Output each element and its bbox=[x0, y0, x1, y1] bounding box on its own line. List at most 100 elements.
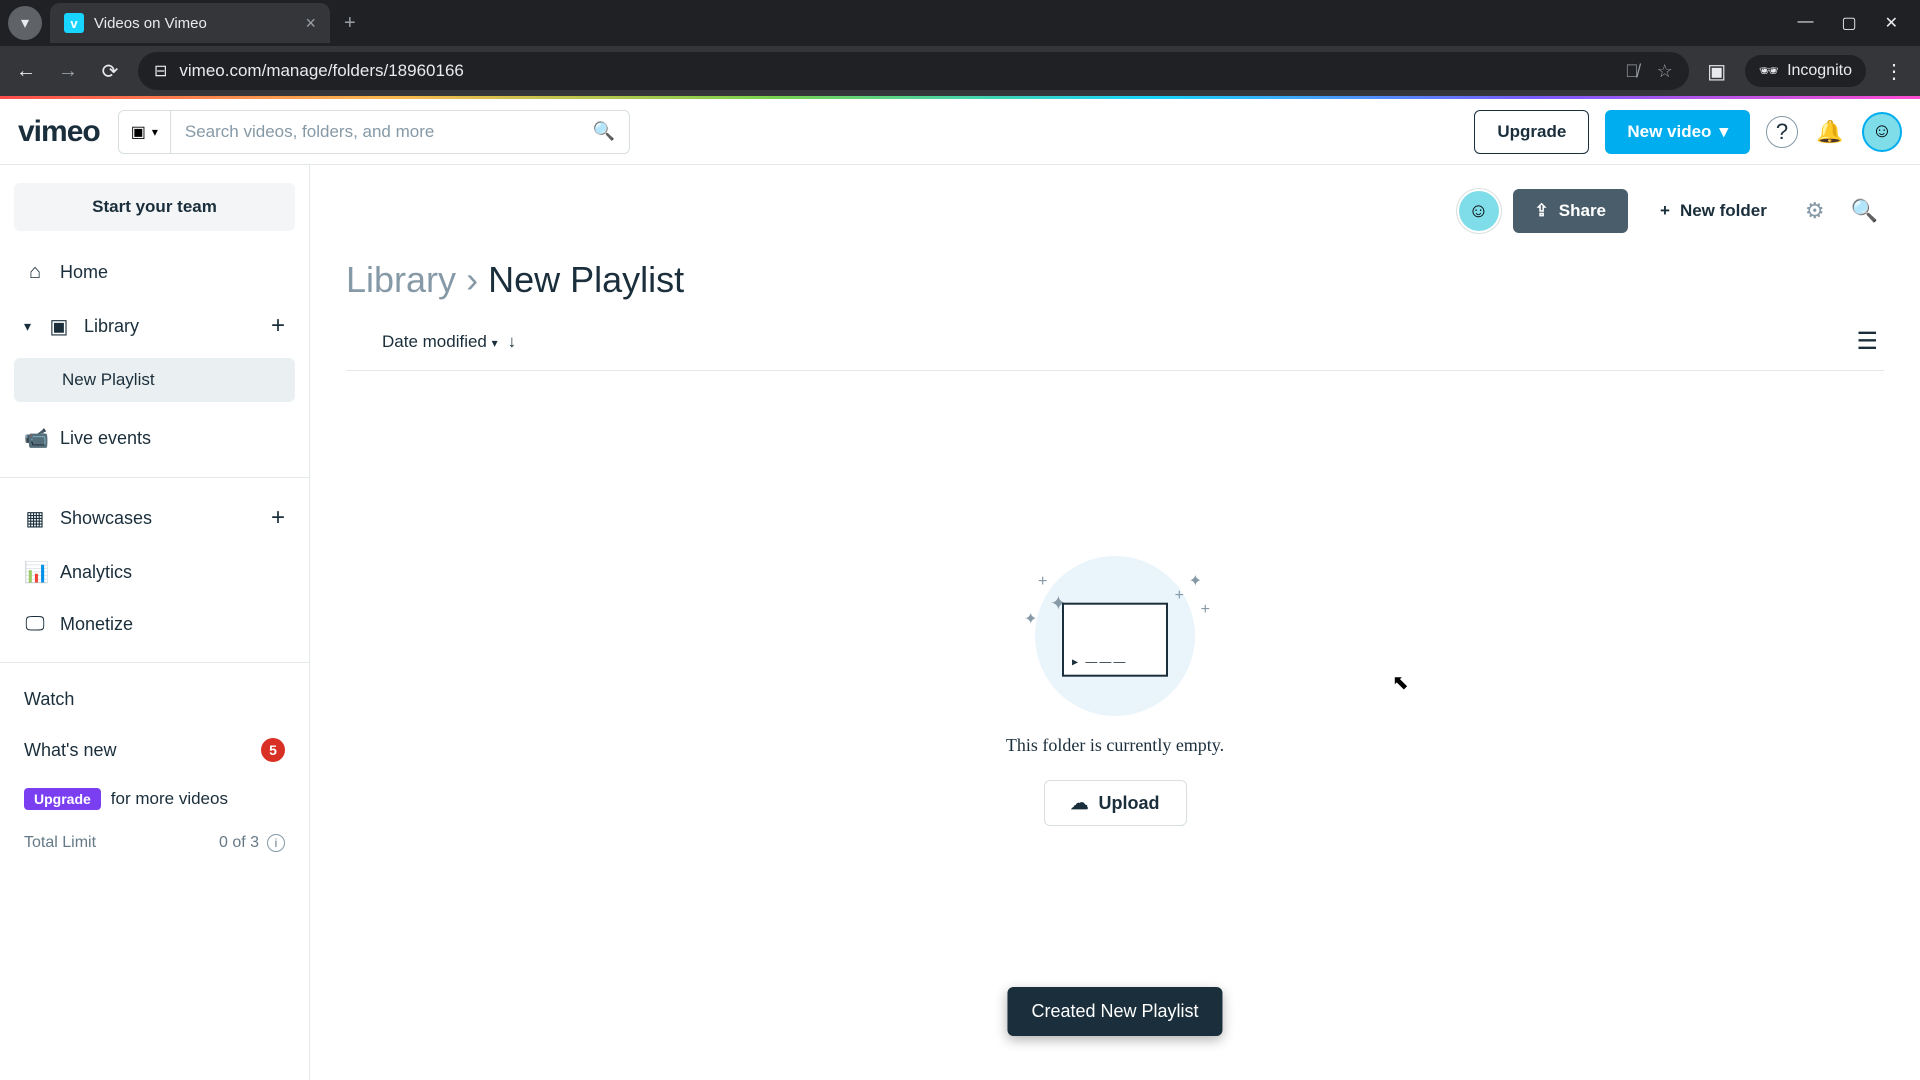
chevron-down-icon[interactable]: ▾ bbox=[24, 318, 40, 335]
grid-icon: ▦ bbox=[24, 506, 46, 531]
vimeo-logo[interactable]: vimeo bbox=[18, 115, 100, 149]
sidebar-item-new-playlist[interactable]: New Playlist bbox=[14, 358, 295, 402]
empty-state: ✦ + ✦ + ✦ + This folder is currently emp… bbox=[346, 561, 1884, 826]
upgrade-promo[interactable]: Upgrade for more videos bbox=[14, 778, 295, 820]
chevron-down-icon: ▾ bbox=[21, 13, 29, 33]
breadcrumb-root[interactable]: Library bbox=[346, 259, 456, 300]
reload-button[interactable]: ⟳ bbox=[96, 59, 124, 84]
app-body: Start your team ⌂ Home ▾ ▣ Library + New… bbox=[0, 165, 1920, 1080]
side-panel-icon[interactable]: ▣ bbox=[1703, 59, 1731, 84]
sparkle-icon: ✦ bbox=[1189, 571, 1202, 591]
notifications-icon[interactable]: 🔔 bbox=[1814, 116, 1846, 148]
sidebar: Start your team ⌂ Home ▾ ▣ Library + New… bbox=[0, 165, 310, 1080]
search-icon[interactable]: 🔍 bbox=[592, 121, 614, 142]
total-limit-value: 0 of 3 bbox=[219, 834, 259, 852]
sidebar-item-library[interactable]: ▾ ▣ Library + bbox=[14, 300, 295, 352]
forward-button[interactable]: → bbox=[54, 60, 82, 83]
url-field[interactable]: ⊟ vimeo.com/manage/folders/18960166 👁̸ ☆ bbox=[138, 52, 1689, 90]
new-tab-button[interactable]: + bbox=[330, 12, 370, 35]
tab-title: Videos on Vimeo bbox=[94, 15, 295, 32]
vimeo-favicon-icon: v bbox=[64, 13, 84, 33]
share-label: Share bbox=[1559, 201, 1606, 221]
add-to-library-button[interactable]: + bbox=[271, 312, 285, 340]
help-icon[interactable]: ? bbox=[1766, 116, 1798, 148]
close-window-icon[interactable]: ✕ bbox=[1885, 13, 1898, 33]
upload-button[interactable]: ☁ Upload bbox=[1044, 780, 1187, 826]
plus-icon: + bbox=[1660, 201, 1670, 221]
tab-search-button[interactable]: ▾ bbox=[8, 6, 42, 40]
new-folder-label: New folder bbox=[1680, 201, 1767, 221]
upgrade-button[interactable]: Upgrade bbox=[1474, 110, 1589, 154]
back-button[interactable]: ← bbox=[12, 60, 40, 83]
browser-tab[interactable]: v Videos on Vimeo × bbox=[50, 3, 330, 43]
search-category-selector[interactable]: ▣ ▾ bbox=[118, 110, 170, 154]
collaborator-avatar[interactable]: ☺ bbox=[1459, 191, 1499, 231]
sidebar-label: What's new bbox=[24, 740, 116, 761]
app-header: vimeo ▣ ▾ 🔍 Upgrade New video ▾ ? 🔔 ☺ bbox=[0, 99, 1920, 165]
browser-chrome: ▾ v Videos on Vimeo × + — ▢ ✕ ← → ⟳ ⊟ vi… bbox=[0, 0, 1920, 99]
close-icon[interactable]: × bbox=[305, 13, 316, 34]
home-icon: ⌂ bbox=[24, 261, 46, 284]
site-info-icon[interactable]: ⊟ bbox=[154, 61, 167, 81]
chevron-down-icon: ▾ bbox=[492, 336, 498, 350]
share-button[interactable]: ⇪ Share bbox=[1513, 189, 1629, 233]
upload-label: Upload bbox=[1099, 793, 1160, 814]
sidebar-label: Library bbox=[84, 316, 139, 337]
sparkle-icon: + bbox=[1175, 587, 1184, 605]
empty-folder-illustration: ✦ + ✦ + ✦ + bbox=[1020, 561, 1210, 711]
sort-label: Date modified bbox=[382, 332, 487, 351]
search-box: 🔍 bbox=[170, 110, 630, 154]
sidebar-item-analytics[interactable]: 📊 Analytics bbox=[14, 548, 295, 597]
sidebar-item-live-events[interactable]: 📹 Live events bbox=[14, 414, 295, 463]
video-frame-icon: ▣ bbox=[131, 122, 146, 142]
main-content: ☺ ⇪ Share + New folder ⚙ 🔍 Library › New… bbox=[310, 165, 1920, 1080]
divider bbox=[0, 477, 309, 478]
sidebar-label: Showcases bbox=[60, 508, 152, 529]
new-video-label: New video bbox=[1627, 122, 1711, 142]
breadcrumb-separator: › bbox=[466, 259, 478, 300]
camera-icon: 📹 bbox=[24, 426, 46, 451]
user-avatar[interactable]: ☺ bbox=[1862, 112, 1902, 152]
sidebar-label: Monetize bbox=[60, 614, 133, 635]
bookmark-icon[interactable]: ☆ bbox=[1657, 61, 1673, 82]
url-text: vimeo.com/manage/folders/18960166 bbox=[179, 61, 463, 81]
list-view-toggle[interactable]: ☰ bbox=[1856, 327, 1884, 356]
search-input[interactable] bbox=[185, 122, 593, 142]
whats-new-badge: 5 bbox=[261, 738, 285, 762]
sort-direction-button[interactable]: ↓ bbox=[508, 332, 517, 352]
new-video-button[interactable]: New video ▾ bbox=[1605, 110, 1750, 154]
sort-dropdown[interactable]: Date modified ▾ bbox=[382, 332, 498, 352]
share-icon: ⇪ bbox=[1535, 201, 1549, 221]
folder-toolbar: ☺ ⇪ Share + New folder ⚙ 🔍 bbox=[346, 189, 1884, 233]
add-showcase-button[interactable]: + bbox=[271, 504, 285, 532]
monitor-icon: 🖵 bbox=[24, 613, 46, 636]
tracking-blocked-icon[interactable]: 👁̸ bbox=[1625, 61, 1639, 82]
sidebar-item-watch[interactable]: Watch bbox=[14, 677, 295, 722]
new-folder-button[interactable]: + New folder bbox=[1642, 189, 1785, 233]
settings-icon[interactable]: ⚙ bbox=[1799, 198, 1831, 224]
breadcrumb: Library › New Playlist bbox=[346, 259, 1884, 301]
sidebar-label: Watch bbox=[24, 689, 74, 710]
search-icon[interactable]: 🔍 bbox=[1845, 198, 1884, 224]
chevron-down-icon: ▾ bbox=[1719, 122, 1728, 142]
sidebar-item-whats-new[interactable]: What's new 5 bbox=[14, 726, 295, 774]
sidebar-item-showcases[interactable]: ▦ Showcases + bbox=[14, 492, 295, 544]
incognito-icon: 🕶 bbox=[1759, 61, 1779, 81]
start-team-button[interactable]: Start your team bbox=[14, 183, 295, 231]
incognito-badge[interactable]: 🕶 Incognito bbox=[1745, 55, 1866, 87]
sidebar-item-monetize[interactable]: 🖵 Monetize bbox=[14, 601, 295, 648]
toast-notification: Created New Playlist bbox=[1007, 987, 1222, 1036]
upload-icon: ☁ bbox=[1071, 793, 1089, 814]
browser-menu-icon[interactable]: ⋮ bbox=[1880, 59, 1908, 84]
info-icon[interactable]: i bbox=[267, 834, 285, 852]
minimize-icon[interactable]: — bbox=[1797, 13, 1813, 33]
search-group: ▣ ▾ 🔍 bbox=[118, 110, 630, 154]
sidebar-label: Analytics bbox=[60, 562, 132, 583]
sidebar-item-home[interactable]: ⌂ Home bbox=[14, 249, 295, 296]
upgrade-text: for more videos bbox=[111, 789, 228, 809]
tab-bar: ▾ v Videos on Vimeo × + — ▢ ✕ bbox=[0, 0, 1920, 46]
sparkle-icon: ✦ bbox=[1024, 609, 1037, 629]
incognito-label: Incognito bbox=[1787, 62, 1852, 80]
divider bbox=[0, 662, 309, 663]
maximize-icon[interactable]: ▢ bbox=[1841, 13, 1856, 33]
